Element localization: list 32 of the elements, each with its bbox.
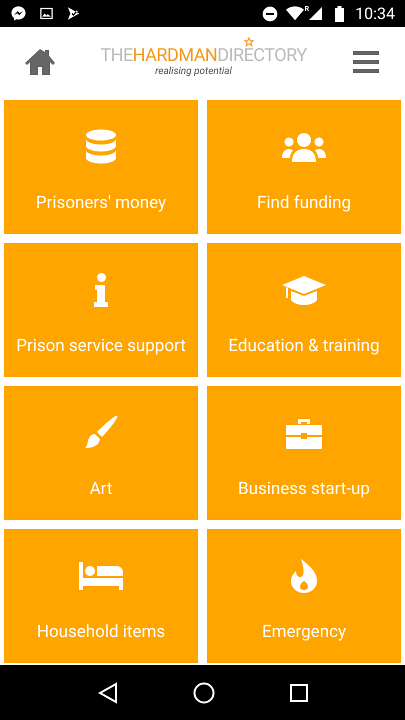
menu-icon (353, 51, 379, 73)
signal-icon (309, 6, 322, 21)
category-tile[interactable]: Art (4, 386, 198, 520)
clock-time: 10:34 (355, 2, 395, 24)
battery-icon (335, 6, 344, 22)
category-tile[interactable]: Find funding (207, 100, 401, 234)
recents-icon[interactable] (290, 684, 308, 702)
category-tile[interactable]: Education & training (207, 243, 401, 377)
messenger-icon (10, 5, 27, 22)
wifi-icon (286, 6, 304, 21)
do-not-disturb-icon (262, 6, 278, 22)
category-tile[interactable]: Emergency (207, 529, 401, 663)
bed-icon (79, 562, 123, 590)
briefcase-icon (286, 417, 322, 450)
logo-wordmark: THEHARDMANDIRECTORY (100, 47, 307, 65)
coins-icon (85, 129, 117, 166)
category-tile[interactable]: Prisoners' money (4, 100, 198, 234)
graduation-cap-icon (282, 274, 326, 306)
category-tile[interactable]: Household items (4, 529, 198, 663)
home-button[interactable] (24, 46, 56, 78)
home-icon (24, 48, 56, 76)
star-icon (244, 37, 254, 47)
category-tile[interactable]: Prison service support (4, 243, 198, 377)
flame-icon (291, 559, 317, 594)
logo-tagline: realising potential (155, 67, 232, 77)
image-icon (39, 6, 54, 21)
category-tile[interactable]: Business start-up (207, 386, 401, 520)
people-icon (282, 132, 326, 162)
home-circle-icon[interactable] (192, 682, 214, 704)
info-icon (94, 273, 108, 308)
menu-button[interactable] (351, 48, 381, 76)
back-icon[interactable] (98, 682, 118, 704)
